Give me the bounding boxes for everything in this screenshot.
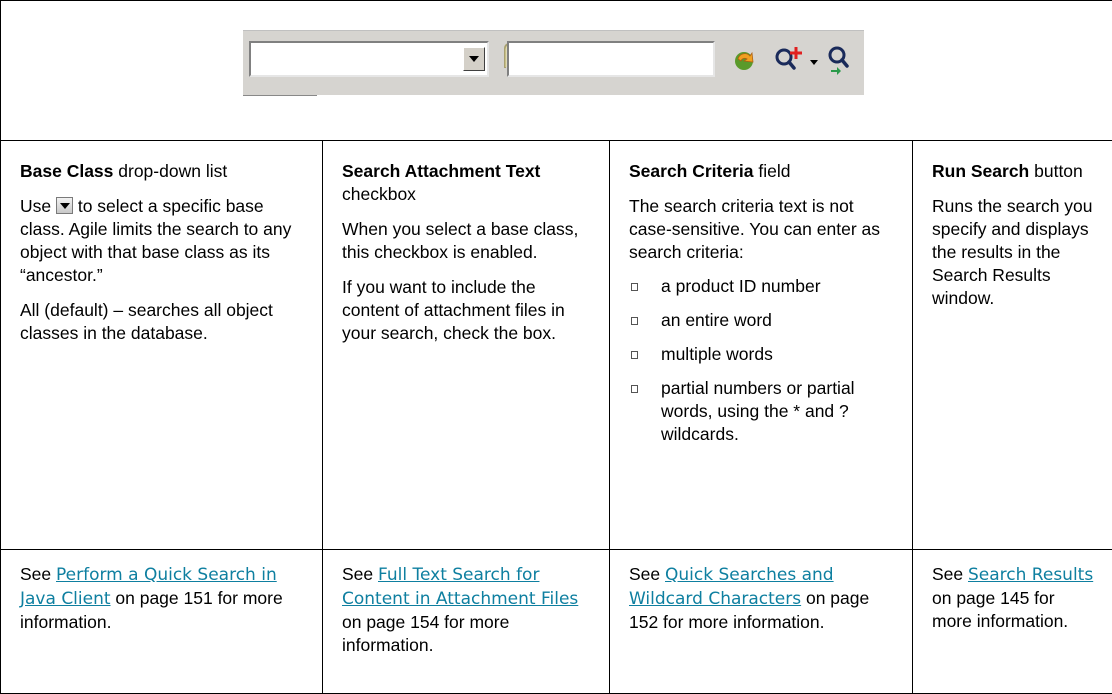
ref-cell: See Quick Searches and Wildcard Characte… bbox=[609, 548, 913, 694]
ref-cell: See Perform a Quick Search in Java Clien… bbox=[0, 548, 323, 694]
base-class-dropdown[interactable] bbox=[249, 41, 489, 77]
search-magnifier-icon[interactable] bbox=[823, 43, 855, 75]
list-item: an entire word bbox=[629, 309, 898, 332]
link-search-results[interactable]: Search Results bbox=[968, 565, 1093, 585]
base-class-usage: Use to select a specific base class. Agi… bbox=[20, 196, 292, 285]
description-row: Base Class drop-down list Use to select … bbox=[0, 140, 1112, 550]
add-search-magnifier-icon[interactable] bbox=[773, 43, 807, 75]
search-criteria-p1: The search criteria text is not case-sen… bbox=[629, 196, 880, 262]
base-class-title: Base Class drop-down list bbox=[20, 161, 228, 181]
dropdown-small-arrow-icon[interactable] bbox=[809, 43, 819, 75]
quick-search-toolbar bbox=[243, 30, 864, 96]
ref-cell: See Full Text Search for Content in Atta… bbox=[322, 548, 610, 694]
dropdown-arrow-icon bbox=[55, 197, 73, 214]
search-criteria-list: a product ID number an entire word multi… bbox=[629, 275, 898, 446]
search-criteria-title: Search Criteria field bbox=[629, 161, 791, 181]
base-class-dropdown-arrow-icon[interactable] bbox=[463, 47, 485, 71]
attachment-text-description: Search Attachment Text checkbox When you… bbox=[322, 140, 610, 550]
list-item: multiple words bbox=[629, 343, 898, 366]
reference-row: See Perform a Quick Search in Java Clien… bbox=[0, 548, 1112, 694]
search-criteria-input[interactable] bbox=[507, 41, 715, 77]
attachment-text-title: Search Attachment Text checkbox bbox=[342, 161, 541, 204]
link-full-text-search[interactable]: Full Text Search for Content in Attachme… bbox=[342, 565, 578, 609]
list-item: partial numbers or partial words, using … bbox=[629, 377, 898, 446]
search-criteria-description: Search Criteria field The search criteri… bbox=[609, 140, 913, 550]
run-search-title: Run Search button bbox=[932, 161, 1083, 181]
base-class-default: All (default) – searches all object clas… bbox=[20, 300, 273, 343]
run-search-arrow-icon[interactable] bbox=[729, 43, 759, 75]
ref-cell: See Search Results on page 145 for more … bbox=[912, 548, 1112, 694]
attachment-text-p1: When you select a base class, this check… bbox=[342, 219, 579, 262]
reference-table: Base Class drop-down list Use to select … bbox=[0, 0, 1112, 694]
base-class-description: Base Class drop-down list Use to select … bbox=[0, 140, 323, 550]
attachment-text-p2: If you want to include the content of at… bbox=[342, 277, 565, 343]
list-item: a product ID number bbox=[629, 275, 898, 298]
toolbar-divider bbox=[243, 95, 317, 96]
run-search-p1: Runs the search you specify and displays… bbox=[932, 196, 1093, 308]
run-search-description: Run Search button Runs the search you sp… bbox=[912, 140, 1112, 550]
